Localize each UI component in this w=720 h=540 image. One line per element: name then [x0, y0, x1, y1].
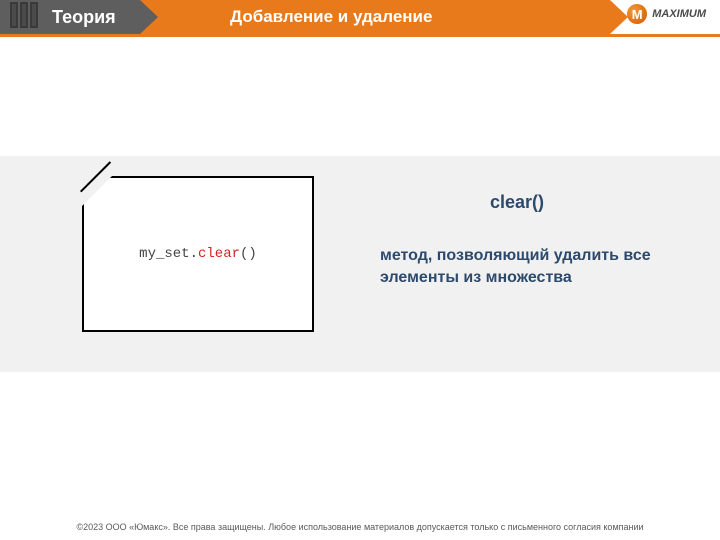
- description-block: clear() метод, позволяющий удалить все э…: [380, 192, 690, 290]
- copyright-text: ©2023 ООО «Юмакс». Все права защищены. Л…: [76, 522, 643, 532]
- section-label: Теория: [52, 7, 116, 28]
- code-method: clear: [198, 246, 240, 262]
- book-icon: [10, 2, 40, 32]
- code-snippet: my_set.clear(): [139, 246, 257, 262]
- slide-header: Добавление и удаление Теория M MAXIMUM: [0, 0, 720, 34]
- code-dot: .: [190, 246, 198, 262]
- code-object: my_set: [139, 246, 189, 262]
- logo-text-wrap: MAXIMUM: [652, 9, 706, 20]
- logo-name: MAXIMUM: [652, 9, 706, 20]
- code-card: my_set.clear(): [82, 176, 314, 332]
- method-description: метод, позволяющий удалить все элементы …: [380, 245, 690, 290]
- brand-logo: M MAXIMUM: [627, 4, 706, 24]
- logo-mark-icon: M: [627, 4, 647, 24]
- method-name: clear(): [490, 192, 690, 213]
- header-underline: [0, 34, 720, 37]
- slide-title: Добавление и удаление: [230, 7, 432, 27]
- copyright-footer: ©2023 ООО «Юмакс». Все права защищены. Л…: [0, 522, 720, 532]
- code-parens: (): [240, 246, 257, 262]
